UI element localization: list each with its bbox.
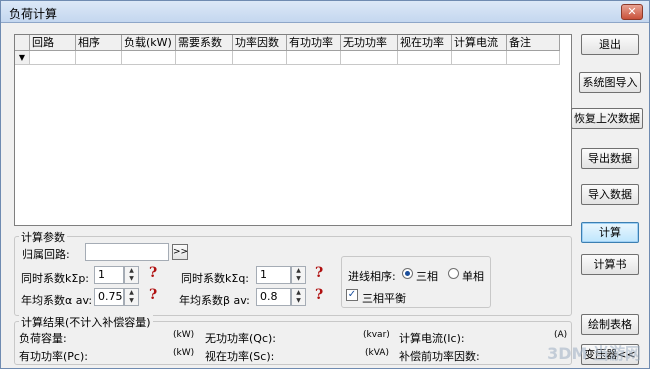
active-power-label: 有功功率(Pc): [19, 350, 88, 363]
reactive-power-label: 无功功率(Qc): [205, 332, 276, 345]
col-remark[interactable]: 备注 [507, 35, 560, 51]
load-grid[interactable]: 回路 相序 负载(kW) 需要系数 功率因数 有功功率 无功功率 视在功率 计算… [14, 34, 572, 226]
calc-current-label: 计算电流(Ic): [399, 332, 465, 345]
kva-unit-label: (kVA) [365, 348, 389, 358]
col-load[interactable]: 负载(kW) [122, 35, 176, 51]
calc-params-title: 计算参数 [19, 229, 67, 245]
header-corner [15, 35, 30, 51]
col-phase[interactable]: 相序 [76, 35, 122, 51]
table-cell[interactable] [30, 51, 76, 65]
title-bar[interactable]: 负荷计算 ✕ [1, 1, 649, 23]
kvar-unit-label: (kvar) [363, 330, 390, 340]
row-marker-icon: ▼ [15, 51, 30, 65]
export-data-button[interactable]: 导出数据 [581, 148, 639, 169]
restore-last-data-button[interactable]: 恢复上次数据 [571, 108, 643, 129]
close-button[interactable]: ✕ [621, 4, 643, 20]
alpha-label: 年均系数α av: [21, 294, 93, 307]
import-data-button[interactable]: 导入数据 [581, 184, 639, 205]
table-cell[interactable] [176, 51, 233, 65]
circuit-input[interactable] [85, 243, 169, 261]
results-title: 计算结果(不计入补偿容量) [19, 314, 153, 330]
kp-label: 同时系数kΣp: [21, 272, 90, 285]
col-reactive-power[interactable]: 无功功率 [341, 35, 398, 51]
pf-before-label: 补偿前功率因数: [399, 350, 480, 363]
three-phase-radio[interactable] [402, 268, 413, 279]
col-active-power[interactable]: 有功功率 [287, 35, 341, 51]
col-circuit[interactable]: 回路 [30, 35, 76, 51]
single-phase-label[interactable]: 单相 [462, 268, 484, 284]
load-calc-window: 负荷计算 ✕ 回路 相序 负载(kW) 需要系数 功率因数 有功功率 无功功率 … [0, 0, 650, 369]
calculate-button[interactable]: 计算 [581, 222, 639, 243]
exit-button[interactable]: 退出 [581, 34, 639, 55]
window-title: 负荷计算 [9, 7, 58, 21]
phase-label: 进线相序: [348, 270, 396, 283]
balance-checkbox[interactable]: ✓ [346, 289, 358, 301]
single-phase-radio[interactable] [448, 268, 459, 279]
beta-help-icon[interactable]: ? [315, 287, 323, 303]
table-cell[interactable] [287, 51, 341, 65]
table-cell[interactable] [398, 51, 452, 65]
import-system-diagram-button[interactable]: 系统图导入 [579, 72, 641, 93]
alpha-input[interactable]: 0.75 [94, 288, 124, 306]
col-demand-factor[interactable]: 需要系数 [176, 35, 233, 51]
circuit-label: 归属回路: [22, 248, 70, 261]
three-phase-label[interactable]: 三相 [416, 268, 438, 284]
client-area: 回路 相序 负载(kW) 需要系数 功率因数 有功功率 无功功率 视在功率 计算… [1, 24, 649, 368]
table-cell[interactable] [507, 51, 560, 65]
table-cell[interactable] [122, 51, 176, 65]
beta-input[interactable]: 0.8 [256, 288, 291, 306]
col-calc-current[interactable]: 计算电流 [452, 35, 507, 51]
kp-stepper[interactable]: ▲ ▼ [124, 266, 139, 284]
apparent-power-label: 视在功率(Sc): [205, 350, 275, 363]
kq-stepper[interactable]: ▲ ▼ [291, 266, 306, 284]
kw-unit-label: (kW) [173, 330, 195, 340]
table-cell[interactable] [341, 51, 398, 65]
alpha-stepper[interactable]: ▲ ▼ [124, 288, 139, 306]
table-cell[interactable] [452, 51, 507, 65]
beta-label: 年均系数β av: [179, 294, 250, 307]
calc-book-button[interactable]: 计算书 [581, 254, 639, 275]
load-capacity-label: 负荷容量: [19, 332, 67, 345]
kp-help-icon[interactable]: ? [149, 265, 157, 281]
a-unit-label: (A) [554, 330, 568, 340]
grid-header: 回路 相序 负载(kW) 需要系数 功率因数 有功功率 无功功率 视在功率 计算… [15, 35, 560, 51]
watermark-logo: 3DM 当游网 [547, 344, 641, 363]
col-power-factor[interactable]: 功率因数 [233, 35, 287, 51]
kq-help-icon[interactable]: ? [315, 265, 323, 281]
kw-unit-label-2: (kW) [173, 348, 195, 358]
table-cell[interactable] [233, 51, 287, 65]
balance-label[interactable]: 三相平衡 [362, 290, 406, 306]
draw-table-button[interactable]: 绘制表格 [581, 314, 639, 335]
beta-stepper[interactable]: ▲ ▼ [291, 288, 306, 306]
browse-circuit-button[interactable]: >> [172, 244, 188, 260]
table-cell[interactable] [76, 51, 122, 65]
alpha-help-icon[interactable]: ? [149, 287, 157, 303]
col-apparent-power[interactable]: 视在功率 [398, 35, 452, 51]
kp-input[interactable]: 1 [94, 266, 124, 284]
table-row[interactable]: ▼ [15, 51, 560, 65]
kq-label: 同时系数kΣq: [181, 272, 250, 285]
kq-input[interactable]: 1 [256, 266, 291, 284]
